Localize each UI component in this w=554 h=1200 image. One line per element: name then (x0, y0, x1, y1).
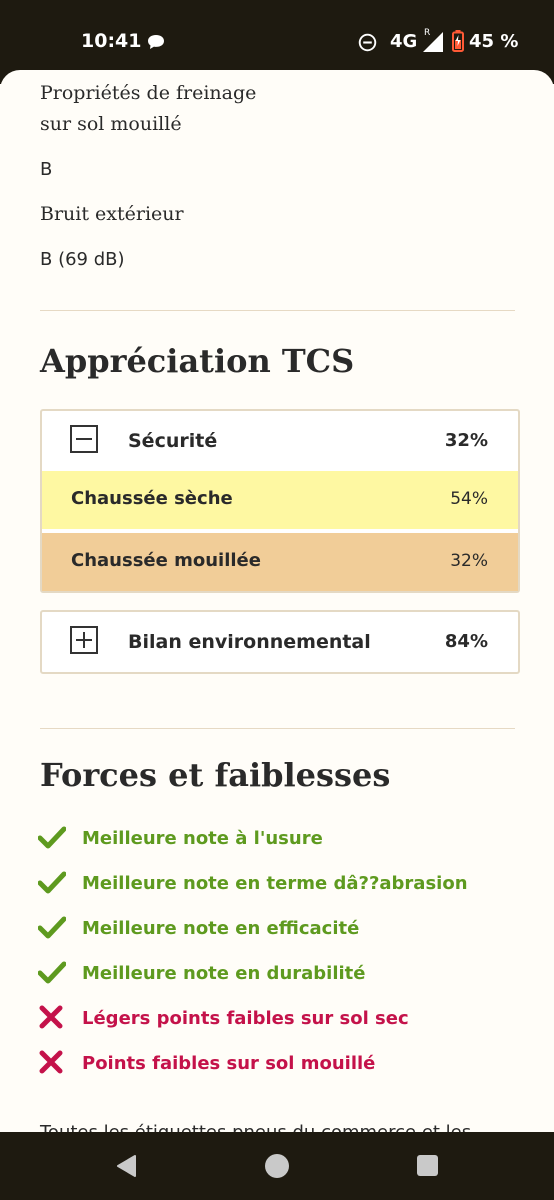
wet-road-row: Chaussée mouillée 32% (42, 533, 518, 591)
list-item: Meilleure note en efficacité (38, 915, 518, 945)
checkmark-icon (38, 826, 66, 849)
checkmark-icon (38, 871, 66, 894)
trailing-paragraph: Toutes les étiquettes pneus du commerce … (40, 1122, 471, 1132)
strength-text: Meilleure note en efficacité (82, 918, 360, 939)
wet-braking-value: B (40, 159, 53, 180)
security-title: Sécurité (128, 430, 218, 452)
dry-road-score: 54% (450, 489, 488, 509)
rating-title: Appréciation TCS (40, 342, 355, 380)
signal-icon (423, 32, 443, 52)
home-icon[interactable] (265, 1154, 289, 1178)
wet-road-label: Chaussée mouillée (71, 550, 261, 571)
list-item: Légers points faibles sur sol sec (38, 1005, 518, 1035)
divider (40, 310, 515, 311)
strength-text: Meilleure note à l'usure (82, 828, 323, 849)
page: 10:41 4G R 45 % Propriétés de freinage s… (0, 0, 554, 1200)
list-item: Meilleure note à l'usure (38, 825, 518, 855)
weakness-text: Points faibles sur sol mouillé (82, 1053, 376, 1074)
status-time: 10:41 (81, 30, 142, 52)
weakness-text: Légers points faibles sur sol sec (82, 1008, 409, 1029)
collapse-icon[interactable] (70, 425, 98, 453)
chat-icon (148, 35, 164, 49)
strength-text: Meilleure note en terme dâ??abrasion (82, 873, 468, 894)
list-item: Meilleure note en terme dâ??abrasion (38, 870, 518, 900)
environment-accordion: Bilan environnemental 84% (40, 610, 520, 674)
security-score: 32% (444, 430, 488, 451)
noise-value: B (69 dB) (40, 249, 125, 270)
security-accordion-header[interactable]: Sécurité 32% (42, 411, 518, 471)
do-not-disturb-icon (358, 33, 377, 52)
strength-text: Meilleure note en durabilité (82, 963, 366, 984)
wet-braking-label-line1: Propriétés de freinage (40, 82, 257, 104)
divider (40, 728, 515, 729)
wet-braking-label: Propriétés de freinage sur sol mouillé (40, 78, 256, 140)
network-type: 4G (390, 31, 418, 52)
environment-accordion-header[interactable]: Bilan environnemental 84% (42, 612, 518, 672)
noise-label: Bruit extérieur (40, 203, 184, 225)
environment-score: 84% (444, 631, 488, 652)
cross-icon (39, 1050, 63, 1074)
navigation-bar (0, 1132, 554, 1200)
expand-icon[interactable] (70, 626, 98, 654)
dry-road-row: Chaussée sèche 54% (42, 471, 518, 529)
wet-road-score: 32% (450, 551, 488, 571)
wet-braking-label-line2: sur sol mouillé (40, 113, 182, 135)
main-content: Propriétés de freinage sur sol mouillé B… (0, 70, 554, 1132)
environment-title: Bilan environnemental (128, 631, 371, 653)
battery-level: 45 % (469, 31, 519, 52)
checkmark-icon (38, 961, 66, 984)
dry-road-label: Chaussée sèche (71, 488, 233, 509)
back-icon[interactable] (115, 1154, 139, 1178)
cross-icon (39, 1005, 63, 1029)
list-item: Meilleure note en durabilité (38, 960, 518, 990)
security-accordion: Sécurité 32% Chaussée sèche 54% Chaussée… (40, 409, 520, 593)
strengths-weaknesses-title: Forces et faiblesses (40, 756, 391, 794)
checkmark-icon (38, 916, 66, 939)
recent-apps-icon[interactable] (417, 1155, 438, 1176)
list-item: Points faibles sur sol mouillé (38, 1050, 518, 1080)
battery-icon (452, 30, 464, 52)
